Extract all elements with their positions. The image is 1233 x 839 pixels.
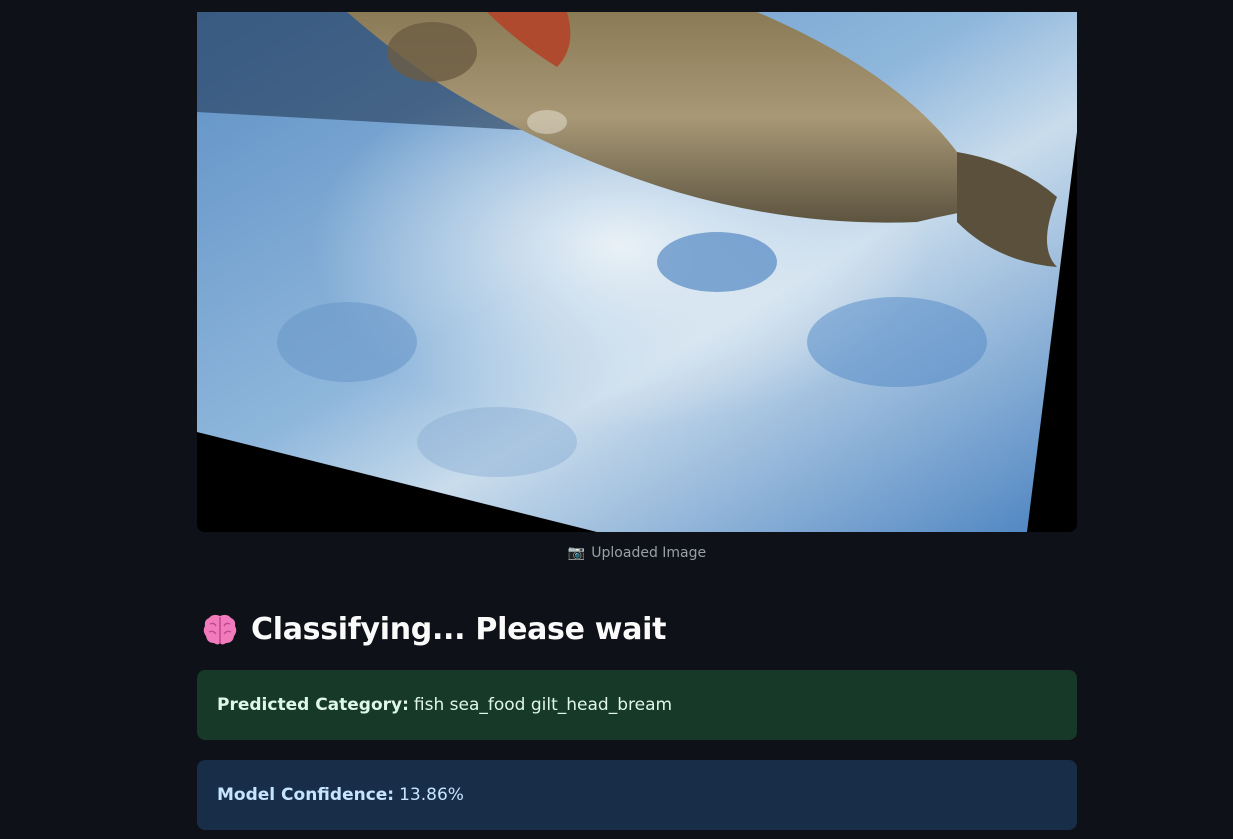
image-caption: 📷 Uploaded Image — [197, 545, 1077, 561]
confidence-label: Model Confidence: — [217, 785, 395, 805]
fish-photo — [197, 12, 1077, 532]
prediction-label: Predicted Category: — [217, 695, 409, 715]
prediction-alert: Predicted Category: fish sea_food gilt_h… — [197, 670, 1077, 740]
status-heading-text: Classifying... Please wait — [251, 611, 667, 647]
confidence-value: 13.86% — [399, 785, 464, 805]
uploaded-image — [197, 12, 1077, 532]
confidence-alert: Model Confidence: 13.86% — [197, 760, 1077, 830]
main-content: 📷 Uploaded Image Classifying... Please wa… — [0, 0, 1233, 839]
camera-icon: 📷 — [567, 545, 586, 561]
caption-text: Uploaded Image — [591, 545, 707, 561]
prediction-value: fish sea_food gilt_head_bream — [413, 695, 673, 715]
status-heading: Classifying... Please wait — [201, 606, 667, 652]
brain-icon — [201, 610, 239, 648]
